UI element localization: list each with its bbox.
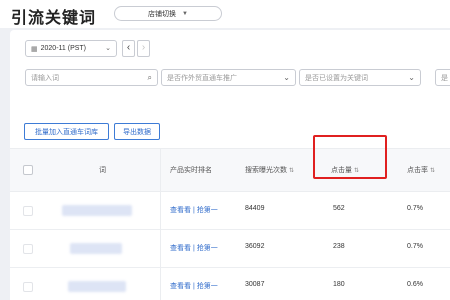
keyword-search-placeholder: 请输入词: [31, 74, 59, 82]
row-checkbox[interactable]: [23, 206, 33, 216]
calendar-icon: ▦: [31, 45, 38, 53]
column-ctr[interactable]: 点击率 ⇅: [407, 165, 435, 175]
blurred-keyword: [70, 243, 122, 254]
extra-filter-select[interactable]: 是: [435, 69, 450, 86]
chevron-down-icon: ▼: [182, 10, 188, 17]
store-switch-dropdown[interactable]: 店铺切换 ▼: [114, 6, 222, 21]
column-divider: [160, 230, 161, 268]
rank-link[interactable]: 查看看 | 抢第一: [170, 243, 218, 253]
set-keyword-filter-placeholder: 是否已设置为关键词: [305, 74, 368, 82]
clicks-column-highlight: [313, 135, 387, 179]
month-picker-value: 2020-11 (PST): [40, 45, 87, 52]
promoted-filter-select[interactable]: 是否作外贸直通车推广 ⌄: [161, 69, 296, 86]
table-row: 查看看 | 抢第一 30087 180 0.6%: [10, 268, 450, 300]
sort-icon[interactable]: ⇅: [430, 168, 435, 174]
clicks-value: 238: [333, 243, 345, 250]
next-month-button[interactable]: ›: [137, 40, 150, 57]
top-header: 引流关键词 店铺切换 ▼: [0, 0, 450, 28]
table-row: 查看看 | 抢第一 36092 238 0.7%: [10, 230, 450, 268]
column-exposure[interactable]: 搜索曝光次数 ⇅: [245, 165, 294, 175]
page-title: 引流关键词: [11, 10, 97, 27]
table-row: 查看看 | 抢第一 84409 562 0.7%: [10, 192, 450, 230]
column-exposure-label: 搜索曝光次数: [245, 167, 287, 174]
chevron-down-icon: ⌄: [283, 73, 290, 82]
batch-add-button[interactable]: 批量加入直通车词库: [24, 123, 109, 140]
chevron-down-icon: ⌄: [105, 45, 111, 52]
column-ctr-label: 点击率: [407, 167, 428, 174]
column-divider: [160, 268, 161, 300]
row-checkbox[interactable]: [23, 244, 33, 254]
search-icon: ⌕: [147, 73, 152, 82]
clicks-value: 562: [333, 205, 345, 212]
exposure-value: 84409: [245, 205, 265, 212]
store-switch-label: 店铺切换: [148, 10, 177, 18]
rank-link[interactable]: 查看看 | 抢第一: [170, 281, 218, 291]
column-word: 词: [99, 167, 106, 174]
select-all-checkbox[interactable]: [23, 165, 33, 175]
export-button[interactable]: 导出数据: [114, 123, 160, 140]
month-picker[interactable]: ▦ 2020-11 (PST) ⌄: [25, 40, 117, 57]
prev-month-button[interactable]: ‹: [122, 40, 135, 57]
set-keyword-filter-select[interactable]: 是否已设置为关键词 ⌄: [299, 69, 421, 86]
ctr-value: 0.6%: [407, 281, 423, 288]
blurred-keyword: [62, 205, 132, 216]
row-checkbox[interactable]: [23, 282, 33, 292]
ctr-value: 0.7%: [407, 243, 423, 250]
keyword-search-input[interactable]: 请输入词 ⌕: [25, 69, 158, 86]
exposure-value: 30087: [245, 281, 265, 288]
column-divider: [160, 149, 161, 193]
column-rank: 产品实时排名: [170, 167, 212, 174]
chevron-down-icon: ⌄: [408, 73, 415, 82]
blurred-keyword: [68, 281, 126, 292]
clicks-value: 180: [333, 281, 345, 288]
rank-link[interactable]: 查看看 | 抢第一: [170, 205, 218, 215]
extra-filter-placeholder: 是: [441, 74, 448, 82]
column-divider: [160, 192, 161, 230]
promoted-filter-placeholder: 是否作外贸直通车推广: [167, 74, 237, 82]
exposure-value: 36092: [245, 243, 265, 250]
sort-icon[interactable]: ⇅: [289, 168, 294, 174]
ctr-value: 0.7%: [407, 205, 423, 212]
